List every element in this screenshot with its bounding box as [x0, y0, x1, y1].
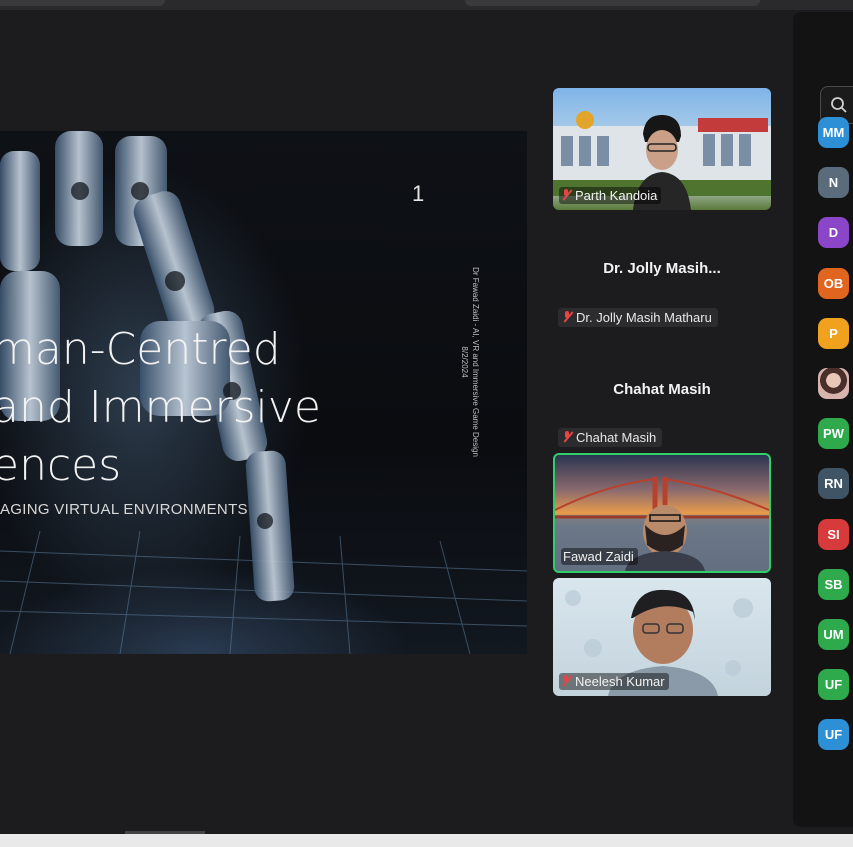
participant-avatar[interactable]: PW — [818, 418, 849, 449]
participant-avatar[interactable]: D — [818, 217, 849, 248]
taskbar-indicator — [125, 831, 205, 834]
video-tile-neelesh[interactable]: Neelesh Kumar — [553, 578, 771, 696]
participant-avatar[interactable]: UF — [818, 719, 849, 750]
participant-avatar[interactable]: UF — [818, 669, 849, 700]
slide-vertical-footer-line2: 8/2/2024 — [460, 346, 469, 378]
participant-avatar[interactable]: P — [818, 318, 849, 349]
slide-vertical-footer: Dr Fawad Zaidi - AI, VR and Immersive Ga… — [459, 232, 481, 492]
slide-page-number: 1 — [412, 181, 425, 206]
slide-title: man-Centred and Immersive ences — [0, 321, 321, 495]
participant-chahat-name-tag: Chahat Masih — [558, 428, 663, 447]
shared-presentation-slide: 1 Dr Fawad Zaidi - AI, VR and Immersive … — [0, 131, 527, 654]
participant-avatar[interactable]: OB — [818, 268, 849, 299]
slide-subtitle: AGING VIRTUAL ENVIRONMENTS — [0, 501, 248, 518]
participant-jolly-name-tag: Dr. Jolly Masih Matharu — [558, 308, 718, 327]
muted-mic-icon — [562, 311, 572, 323]
participant-name: Parth Kandoia — [575, 188, 658, 203]
participant-avatar[interactable]: N — [818, 167, 849, 198]
participant-chahat-display-name[interactable]: Chahat Masih — [553, 381, 771, 398]
participant-avatar[interactable]: SI — [818, 519, 849, 550]
toolbar-segment-center — [465, 0, 760, 6]
search-icon — [831, 97, 847, 113]
video-tile-name-label: Fawad Zaidi — [561, 548, 638, 565]
participant-avatar[interactable]: MM — [818, 117, 849, 148]
participant-avatar[interactable]: UM — [818, 619, 849, 650]
video-tile-fawad-active-speaker[interactable]: Fawad Zaidi — [553, 453, 771, 573]
slide-title-line2: and Immersive — [0, 382, 321, 433]
video-tile-name-label: Parth Kandoia — [559, 187, 662, 204]
participant-jolly-display-name[interactable]: Dr. Jolly Masih... — [553, 260, 771, 277]
taskbar-strip — [0, 831, 853, 847]
toolbar-segment-left — [0, 0, 165, 6]
participant-name: Chahat Masih — [576, 430, 657, 445]
participant-name: Fawad Zaidi — [563, 549, 634, 564]
muted-mic-icon — [561, 675, 571, 687]
video-tile-parth[interactable]: Parth Kandoia — [553, 88, 771, 210]
top-toolbar-strip — [0, 0, 853, 10]
video-tile-name-label: Neelesh Kumar — [559, 673, 669, 690]
participant-name: Neelesh Kumar — [575, 674, 665, 689]
participant-name: Dr. Jolly Masih Matharu — [576, 310, 712, 325]
participant-avatar-photo[interactable] — [818, 368, 849, 399]
participant-avatar[interactable]: RN — [818, 468, 849, 499]
muted-mic-icon — [561, 189, 571, 201]
participant-avatar[interactable]: SB — [818, 569, 849, 600]
muted-mic-icon — [562, 431, 572, 443]
slide-vertical-footer-line1: Dr Fawad Zaidi - AI, VR and Immersive Ga… — [471, 267, 480, 457]
slide-title-line1: man-Centred — [0, 324, 281, 375]
slide-title-line3: ences — [0, 440, 122, 491]
